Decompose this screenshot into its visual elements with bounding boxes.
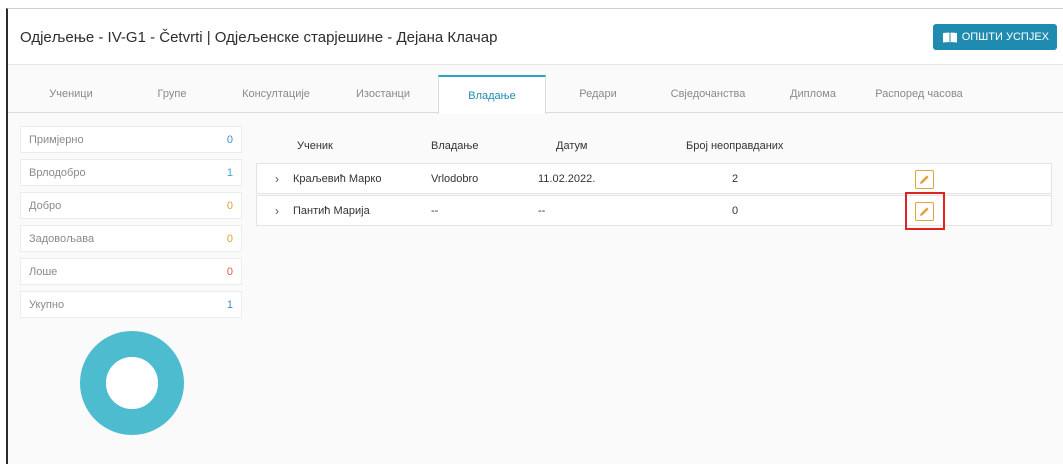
tab-label: Владање	[468, 89, 516, 102]
page-title: Одјељење - IV-G1 - Četvrti | Одјељенске …	[20, 29, 498, 46]
stat-value: 0	[226, 233, 233, 245]
column-unexcused: Број неоправданих	[686, 140, 784, 152]
tab-label: Групе	[157, 88, 187, 100]
stat-value: 1	[226, 167, 233, 179]
stat-label: Врлодобро	[29, 167, 86, 179]
tab-certificates[interactable]: Свједочанства	[653, 75, 763, 113]
stat-value: 1	[226, 299, 233, 311]
stat-label: Задовољава	[29, 233, 95, 245]
stat-label: Примјерно	[29, 134, 84, 146]
edit-button[interactable]	[915, 170, 934, 189]
general-success-label: ОПШТИ УСПЈЕХ	[961, 31, 1049, 43]
stat-label: Укупно	[29, 299, 65, 311]
stat-poor: Лоше 0	[20, 258, 242, 285]
cell-date: 11.02.2022.	[538, 173, 596, 185]
general-success-button[interactable]: ОПШТИ УСПЈЕХ	[932, 24, 1057, 50]
stat-satisfactory: Задовољава 0	[20, 225, 242, 252]
table-row: › Краљевић Марко Vrlodobro 11.02.2022. 2	[256, 163, 1052, 194]
cell-unexcused: 2	[732, 173, 739, 185]
tab-label: Изостанци	[356, 88, 410, 100]
column-conduct: Владање	[431, 140, 479, 152]
stat-label: Добро	[29, 200, 62, 212]
cell-date: --	[538, 205, 546, 217]
cell-conduct: --	[431, 205, 439, 217]
page-header: Одјељење - IV-G1 - Četvrti | Одјељенске …	[8, 9, 1063, 65]
conduct-stats-list: Примјерно 0 Врлодобро 1 Добро 0 Задовоља…	[20, 126, 242, 324]
stat-total: Укупно 1	[20, 291, 242, 318]
table-row: › Пантић Марија -- -- 0	[256, 192, 1052, 230]
tab-absences[interactable]: Изостанци	[333, 75, 433, 113]
column-date: Датум	[556, 140, 588, 152]
conduct-donut-chart	[80, 331, 184, 435]
stat-value: 0	[226, 200, 233, 212]
tab-bar: Ученици Групе Консултације Изостанци Вла…	[8, 75, 1063, 114]
stat-good: Добро 0	[20, 192, 242, 219]
cell-conduct: Vrlodobro	[431, 173, 479, 185]
tab-label: Ученици	[49, 88, 93, 100]
main-panel: Одјељење - IV-G1 - Četvrti | Одјељенске …	[6, 8, 1063, 464]
stat-exemplary: Примјерно 0	[20, 126, 242, 153]
tab-label: Консултације	[242, 88, 310, 100]
conduct-table-header: Ученик Владање Датум Број неоправданих	[253, 136, 1053, 158]
stat-value: 0	[226, 134, 233, 146]
book-icon	[942, 32, 957, 43]
stat-label: Лоше	[29, 266, 58, 278]
donut-hole	[106, 357, 158, 409]
tab-label: Распоред часова	[875, 88, 963, 100]
cell-student: Пантић Марија	[293, 205, 370, 217]
tab-schedule[interactable]: Распоред часова	[864, 75, 974, 113]
tab-label: Редари	[579, 88, 617, 100]
stat-value: 0	[226, 266, 233, 278]
chevron-right-icon[interactable]: ›	[275, 204, 279, 218]
tab-monitors[interactable]: Редари	[548, 75, 648, 113]
chevron-right-icon[interactable]: ›	[275, 172, 279, 186]
tab-consultations[interactable]: Консултације	[226, 75, 326, 113]
tab-conduct[interactable]: Владање	[438, 75, 546, 114]
tab-groups[interactable]: Групе	[122, 75, 222, 113]
highlight-box	[905, 192, 945, 230]
tab-label: Диплома	[790, 88, 836, 100]
tab-diploma[interactable]: Диплома	[763, 75, 863, 113]
column-student: Ученик	[297, 140, 333, 152]
cell-student: Краљевић Марко	[293, 173, 382, 185]
tab-students[interactable]: Ученици	[20, 75, 122, 113]
tab-label: Свједочанства	[670, 88, 746, 100]
pencil-icon	[920, 175, 929, 184]
stat-very-good: Врлодобро 1	[20, 159, 242, 186]
cell-unexcused: 0	[732, 205, 739, 217]
